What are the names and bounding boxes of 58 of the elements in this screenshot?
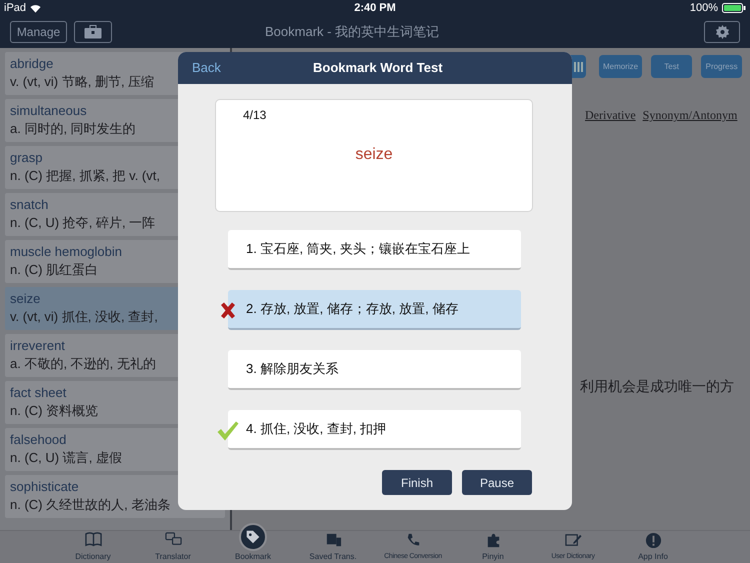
definition-text: a. 不敬的, 不逊的, 无礼的 xyxy=(10,355,156,373)
bars-icon xyxy=(574,62,582,72)
tab-bar-item[interactable]: Translator xyxy=(133,531,213,563)
definition-text: a. 同时的, 同时发生的 xyxy=(10,120,136,138)
toolbar-button[interactable]: Progress xyxy=(701,55,742,78)
page-title: Bookmark - 我的英中生词笔记 xyxy=(265,23,440,42)
battery-icon xyxy=(722,3,746,13)
definition-text: n. (C) 久经世故的人, 老油条 xyxy=(10,496,170,514)
settings-icon xyxy=(714,24,730,40)
definition-text: n. (C, U) 谎言, 虚假 xyxy=(10,449,122,467)
definition-text: n. (C) 肌红蛋白 xyxy=(10,261,98,279)
word-text: seize xyxy=(10,290,40,307)
dialog-button[interactable]: Finish xyxy=(382,470,452,495)
definition-text: v. (vt, vi) 节略, 删节, 压缩 xyxy=(10,73,154,91)
settings-button[interactable] xyxy=(704,21,740,43)
answer-option[interactable]: 3. 解除朋友关系 xyxy=(228,350,521,390)
test-word: seize xyxy=(355,145,393,165)
answer-option[interactable]: 2. 存放, 放置, 储存；存放, 放置, 储存 xyxy=(228,290,521,330)
word-text: muscle hemoglobin xyxy=(10,243,122,260)
toolbar-button[interactable]: Memorize xyxy=(599,55,642,78)
progress-counter: 4/13 xyxy=(243,107,266,124)
battery-percent: 100% xyxy=(690,0,718,16)
example-sentence: 利用机会是成功唯一的方 xyxy=(580,377,734,396)
tab-bar-item[interactable]: Bookmark xyxy=(213,518,293,563)
tab-link[interactable]: Synonym/Antonym xyxy=(642,106,738,124)
definition-text: n. (C) 资料概览 xyxy=(10,402,98,420)
tab-bar-item[interactable]: Dictionary xyxy=(53,531,133,563)
book-icon xyxy=(84,532,102,549)
toolbox-button[interactable] xyxy=(74,21,112,43)
dialog-button[interactable]: Pause xyxy=(462,470,532,495)
tab-bar-item[interactable]: Saved Trans. xyxy=(293,531,373,563)
wifi-icon xyxy=(30,4,42,12)
manage-button[interactable]: Manage xyxy=(10,21,67,43)
definition-text: v. (vt, vi) 抓住, 没收, 查封, xyxy=(10,308,158,326)
toolbox-icon xyxy=(84,25,102,39)
back-button[interactable]: Back xyxy=(192,58,221,78)
document-stack-icon xyxy=(324,532,342,549)
answer-option[interactable]: 1. 宝石座, 筒夹, 夹头；镶嵌在宝石座上 xyxy=(228,230,521,270)
word-text: simultaneous xyxy=(10,102,87,119)
tab-bar-item[interactable]: Pinyin xyxy=(453,531,533,563)
tag-icon xyxy=(239,523,267,551)
definition-text: n. (C, U) 抢夺, 碎片, 一阵 xyxy=(10,214,156,232)
word-text: snatch xyxy=(10,196,48,213)
word-text: falsehood xyxy=(10,431,66,448)
word-text: abridge xyxy=(10,55,54,72)
tab-link[interactable]: Derivative xyxy=(585,106,636,124)
toolbar-button[interactable]: Test xyxy=(651,55,692,78)
notebook-pen-icon xyxy=(564,532,582,549)
tab-bar-item[interactable]: App Info xyxy=(613,531,693,563)
word-text: grasp xyxy=(10,149,43,166)
word-text: fact sheet xyxy=(10,384,66,401)
answer-option[interactable]: 4. 抓住, 没收, 查封, 扣押 xyxy=(228,410,521,450)
dialog-title: Bookmark Word Test xyxy=(313,59,443,78)
definition-text: n. (C) 把握, 抓紧, 把 v. (vt, xyxy=(10,167,160,185)
device-name: iPad xyxy=(4,0,26,16)
word-text: sophisticate xyxy=(10,478,79,495)
word-text: irreverent xyxy=(10,337,65,354)
clock: 2:40 PM xyxy=(354,0,396,16)
